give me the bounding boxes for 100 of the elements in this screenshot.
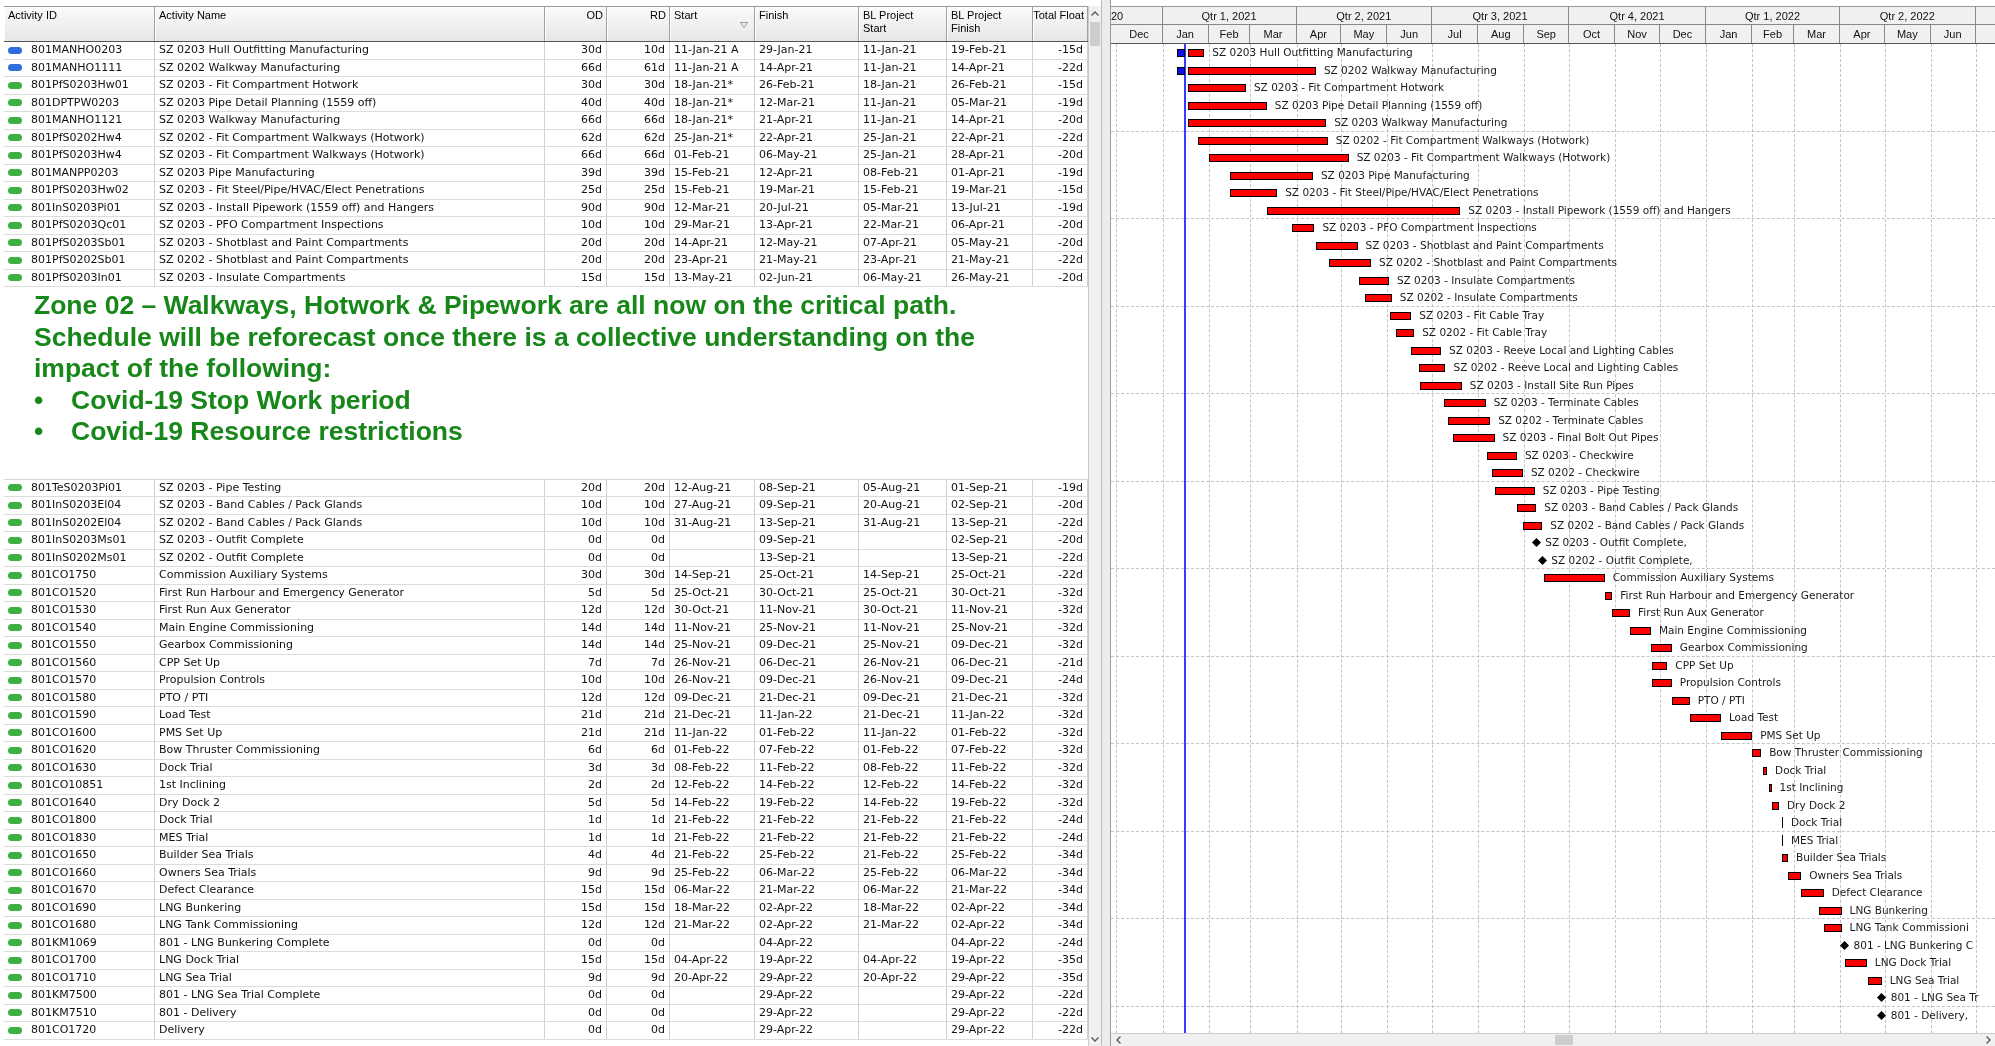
table-cell: 02-Jun-21 bbox=[759, 269, 813, 286]
table-cell-text: 01-Feb-21 bbox=[674, 147, 730, 163]
table-cell: 21-Feb-22 bbox=[759, 829, 815, 846]
column-header[interactable]: Start bbox=[670, 7, 755, 41]
bar-label: 801 - Delivery, bbox=[1890, 1007, 1969, 1023]
table-cell-text: 801CO10851 bbox=[31, 777, 104, 793]
table-cell-text: 04-Apr-22 bbox=[674, 952, 729, 968]
table-cell-text: 20d bbox=[644, 252, 665, 268]
table-cell: -32d bbox=[1058, 689, 1083, 706]
scrollbar-thumb[interactable] bbox=[1555, 1035, 1573, 1045]
table-cell: 10d bbox=[581, 514, 602, 531]
table-cell: 801 - LNG Bunkering Complete bbox=[159, 934, 330, 951]
table-cell-text: 15-Feb-21 bbox=[863, 182, 919, 198]
table-cell: 9d bbox=[588, 969, 602, 986]
gantt-bar bbox=[1516, 504, 1537, 512]
gantt-bar bbox=[1365, 294, 1392, 302]
gantt-bar bbox=[1411, 346, 1441, 355]
table-cell-text: 801CO1530 bbox=[31, 602, 97, 618]
table-cell: 19-Feb-22 bbox=[759, 794, 815, 811]
gantt-bar bbox=[1630, 626, 1651, 635]
table-cell-text: 11-Jan-21 bbox=[863, 42, 917, 58]
table-cell: 12d bbox=[581, 689, 602, 706]
table-cell-text: 02-Sep-21 bbox=[951, 532, 1008, 548]
table-cell-text: 21-Mar-22 bbox=[759, 882, 815, 898]
column-header[interactable]: BL Project Finish bbox=[947, 7, 1033, 41]
table-cell-text: 21-Mar-22 bbox=[863, 917, 919, 933]
table-cell-text: 11-Jan-22 bbox=[759, 707, 813, 723]
table-cell: SZ 0202 - Band Cables / Pack Glands bbox=[159, 514, 363, 531]
table-cell-text: -24d bbox=[1058, 672, 1083, 688]
column-header[interactable]: Activity Name bbox=[155, 7, 545, 41]
table-cell-text: 18-Jan-21* bbox=[674, 77, 733, 93]
table-cell: 25-Oct-21 bbox=[674, 584, 730, 601]
scrollbar-thumb[interactable] bbox=[1090, 22, 1100, 46]
table-cell-text: 14d bbox=[644, 637, 665, 653]
bar-label: SZ 0202 - Fit Cable Tray bbox=[1422, 325, 1548, 340]
table-cell: 04-Apr-22 bbox=[759, 934, 814, 951]
table-cell-text: 09-Sep-21 bbox=[759, 497, 816, 513]
table-cell-text: 19-Mar-21 bbox=[951, 182, 1007, 198]
table-cell: 0d bbox=[651, 934, 665, 951]
gantt-bar bbox=[1543, 574, 1605, 582]
table-cell: SZ 0203 - Install Pipework (1559 off) and Hangers bbox=[159, 199, 434, 216]
column-header[interactable]: Activity ID bbox=[4, 7, 155, 41]
gantt-bar bbox=[1819, 906, 1842, 915]
table-cell: 22-Apr-21 bbox=[759, 129, 814, 146]
table-cell: 14-Apr-21 bbox=[674, 234, 729, 251]
table-cell-text: 09-Dec-21 bbox=[951, 672, 1009, 688]
month-header: May bbox=[1341, 25, 1388, 43]
table-cell: 11-Jan-21 bbox=[863, 94, 917, 111]
column-header[interactable]: OD bbox=[545, 7, 607, 41]
table-cell: 12-Mar-21 bbox=[674, 199, 730, 216]
table-cell: SZ 0202 Walkway Manufacturing bbox=[159, 59, 341, 76]
table-cell-text: LNG Dock Trial bbox=[159, 952, 239, 968]
bar-label: SZ 0203 - Insulate Compartments bbox=[1396, 272, 1575, 288]
table-cell: 18-Mar-22 bbox=[863, 899, 919, 916]
gantt-bar bbox=[1652, 679, 1672, 687]
table-cell: SZ 0203 - Shotblast and Paint Compartments bbox=[159, 234, 409, 251]
table-cell-text: 801CO1700 bbox=[31, 952, 97, 968]
table-cell-text: 28-Apr-21 bbox=[951, 147, 1006, 163]
table-cell: 22-Apr-21 bbox=[951, 129, 1006, 146]
table-cell: PTO / PTI bbox=[159, 689, 209, 706]
table-cell-text: 801MANHO1121 bbox=[31, 112, 123, 128]
table-cell: 11-Nov-21 bbox=[674, 619, 732, 636]
table-cell: SZ 0202 - Outfit Complete bbox=[159, 549, 304, 566]
table-cell-text: 21d bbox=[581, 707, 602, 723]
bar-label: SZ 0203 - Checkwire bbox=[1524, 447, 1634, 463]
table-cell-text: 30-Oct-21 bbox=[674, 602, 730, 618]
gantt-bar bbox=[1604, 591, 1613, 600]
month-header: Jul bbox=[1432, 25, 1479, 43]
table-cell: 11-Nov-21 bbox=[863, 619, 921, 636]
bar-label: SZ 0203 Hull Outfitting Manufacturing bbox=[1212, 45, 1413, 60]
table-cell: 21-Feb-22 bbox=[674, 829, 730, 846]
gantt-bar bbox=[1781, 854, 1788, 862]
table-cell: 3d bbox=[651, 759, 665, 776]
table-cell-text: 801CO1680 bbox=[31, 917, 97, 933]
bar-label: SZ 0202 - Outfit Complete, bbox=[1551, 552, 1693, 568]
table-cell-text: 10d bbox=[581, 672, 602, 688]
gantt-bar bbox=[1452, 434, 1495, 442]
column-header[interactable]: BL Project Start bbox=[859, 7, 947, 41]
table-cell: 9d bbox=[651, 864, 665, 881]
table-cell-text: 21-Mar-22 bbox=[951, 882, 1007, 898]
column-header[interactable]: Total Float bbox=[1033, 7, 1088, 41]
table-cell: 21-Feb-22 bbox=[863, 829, 919, 846]
table-cell-text: 1d bbox=[651, 812, 665, 828]
table-cell: 21d bbox=[581, 724, 602, 741]
table-cell-text: SZ 0202 - Shotblast and Paint Compartments bbox=[159, 252, 409, 268]
month-header: Dec bbox=[1659, 25, 1707, 43]
gantt-bar bbox=[1448, 416, 1491, 425]
table-cell: 06-Dec-21 bbox=[759, 654, 817, 671]
table-cell-text: SZ 0203 - Outfit Complete bbox=[159, 532, 304, 548]
table-cell-text: 801CO1800 bbox=[31, 812, 97, 828]
bar-label: SZ 0202 - Reeve Local and Lighting Cables bbox=[1453, 360, 1679, 375]
table-cell-text: 10d bbox=[644, 672, 665, 688]
table-cell-text: 13-Apr-21 bbox=[759, 217, 814, 233]
table-cell-text: 07-Feb-22 bbox=[951, 742, 1007, 758]
table-cell-text: 29-Apr-22 bbox=[759, 1022, 814, 1038]
table-cell-text: 09-Dec-21 bbox=[759, 672, 817, 688]
table-cell: 15d bbox=[581, 269, 602, 286]
column-header[interactable]: Finish bbox=[755, 7, 859, 41]
column-header[interactable]: RD bbox=[607, 7, 670, 41]
table-cell-text: -20d bbox=[1058, 147, 1083, 163]
